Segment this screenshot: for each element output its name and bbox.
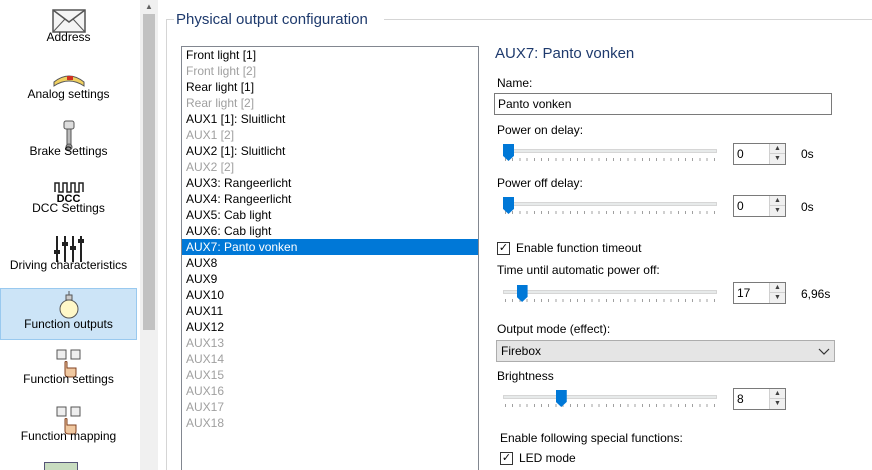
output-list-item[interactable]: AUX2 [2] [182,159,478,175]
checkbox-label: LED mode [519,451,576,465]
output-mode-select[interactable]: Firebox [496,340,835,362]
slider-track [503,202,717,206]
checkbox-check-icon[interactable]: ✓ [500,451,513,465]
output-list-item[interactable]: AUX6: Cab light [182,223,478,239]
spin-down-icon[interactable]: ▼ [770,206,785,216]
nav-item-analog-settings[interactable]: Analog settings [0,57,137,109]
checkbox-check-icon[interactable]: ✓ [497,241,510,255]
timeout-value: 6,96s [801,287,831,301]
output-list-item[interactable]: AUX5: Cab light [182,207,478,223]
output-list-item[interactable]: Front light [1] [182,47,478,63]
output-list-item[interactable]: Rear light [2] [182,95,478,111]
enable-timeout-checkbox[interactable]: ✓ Enable function timeout [497,240,641,256]
power-on-delay-label: Power on delay: [497,123,584,137]
power-off-delay-spinbox[interactable]: 0 ▲ ▼ [733,195,786,217]
timeout-label: Time until automatic power off: [497,263,660,277]
output-list-item[interactable]: AUX15 [182,367,478,383]
power-on-delay-spinbox[interactable]: 0 ▲ ▼ [733,143,786,165]
slider-track [503,395,717,399]
output-list-item[interactable]: AUX3: Rangeerlicht [182,175,478,191]
nav-item-function-outputs[interactable]: Function outputs [0,288,137,340]
settings-sidebar: Address Analog settings Brake Settings D… [0,0,158,470]
nav-label: Address [46,30,91,44]
output-list-item[interactable]: Front light [2] [182,63,478,79]
power-on-delay-slider[interactable] [503,144,717,164]
nav-label: Function settings [23,372,114,386]
name-input[interactable]: Panto vonken [494,93,832,115]
group-border [166,19,174,20]
slider-ticks [505,158,715,161]
slider-ticks [505,299,715,302]
output-list-item[interactable]: AUX10 [182,287,478,303]
nav-item-driving-characteristics[interactable]: Driving characteristics [0,228,137,280]
power-off-delay-label: Power off delay: [497,176,583,190]
output-list-item[interactable]: AUX2 [1]: Sluitlicht [182,143,478,159]
nav-item-function-settings[interactable]: Function settings [0,342,137,394]
output-list-item[interactable]: Rear light [1] [182,79,478,95]
slider-ticks [505,404,715,407]
detail-title: AUX7: Panto vonken [495,45,635,62]
output-list-item[interactable]: AUX1 [2] [182,127,478,143]
partial-nav-icon [44,462,78,470]
output-list-item[interactable]: AUX7: Panto vonken [182,239,478,255]
spin-value: 17 [737,286,751,300]
output-list-item[interactable]: AUX1 [1]: Sluitlicht [182,111,478,127]
sidebar-scroll-thumb[interactable] [143,14,155,330]
brightness-slider[interactable] [503,390,717,410]
output-list[interactable]: Front light [1] Front light [2] Rear light… [181,46,479,470]
nav-item-address[interactable]: Address [0,0,137,52]
power-off-delay-slider[interactable] [503,197,717,217]
output-list-item[interactable]: AUX4: Rangeerlicht [182,191,478,207]
spin-down-icon[interactable]: ▼ [770,399,785,409]
spin-value: 0 [737,199,744,213]
power-off-delay-value: 0s [801,200,814,214]
select-value: Firebox [501,344,542,358]
spin-up-icon[interactable]: ▲ [770,196,785,206]
spin-up-icon[interactable]: ▲ [770,389,785,399]
slider-track [503,290,717,294]
output-list-item[interactable]: AUX17 [182,399,478,415]
slider-ticks [505,211,715,214]
group-title: Physical output configuration [176,11,374,28]
nav-label: DCC Settings [32,201,105,215]
spin-down-icon[interactable]: ▼ [770,154,785,164]
output-list-item[interactable]: AUX18 [182,415,478,431]
nav-label: Function mapping [20,429,117,443]
group-border [166,19,167,470]
output-list-item[interactable]: AUX16 [182,383,478,399]
timeout-spinbox[interactable]: 17 ▲ ▼ [733,282,786,304]
special-functions-label: Enable following special functions: [500,431,683,445]
nav-label: Driving characteristics [9,258,128,272]
timeout-slider[interactable] [503,285,717,305]
output-list-item[interactable]: AUX9 [182,271,478,287]
nav-item-dcc-settings[interactable]: DCC DCC Settings [0,171,137,223]
name-label: Name: [497,76,533,90]
spin-down-icon[interactable]: ▼ [770,293,785,303]
brightness-spinbox[interactable]: 8 ▲ ▼ [733,388,786,410]
spin-up-icon[interactable]: ▲ [770,144,785,154]
output-list-item[interactable]: AUX12 [182,319,478,335]
power-on-delay-value: 0s [801,147,814,161]
nav-label: Function outputs [24,317,113,331]
led-mode-checkbox[interactable]: ✓ LED mode [500,450,576,466]
output-list-item[interactable]: AUX8 [182,255,478,271]
brightness-label: Brightness [497,369,554,383]
spin-value: 8 [737,392,744,406]
nav-item-brake-settings[interactable]: Brake Settings [0,114,137,166]
group-border [384,19,872,20]
output-list-item[interactable]: AUX11 [182,303,478,319]
nav-label: Brake Settings [29,144,108,158]
output-mode-label: Output mode (effect): [497,322,611,336]
nav-label: Analog settings [27,87,110,101]
scroll-up-icon[interactable]: ▲ [140,0,158,14]
output-list-item[interactable]: AUX14 [182,351,478,367]
spin-up-icon[interactable]: ▲ [770,283,785,293]
slider-track [503,149,717,153]
chevron-down-icon [818,348,830,355]
nav-item-function-mapping[interactable]: Function mapping [0,399,137,451]
output-list-item[interactable]: AUX13 [182,335,478,351]
checkbox-label: Enable function timeout [516,241,642,255]
spin-value: 0 [737,147,744,161]
